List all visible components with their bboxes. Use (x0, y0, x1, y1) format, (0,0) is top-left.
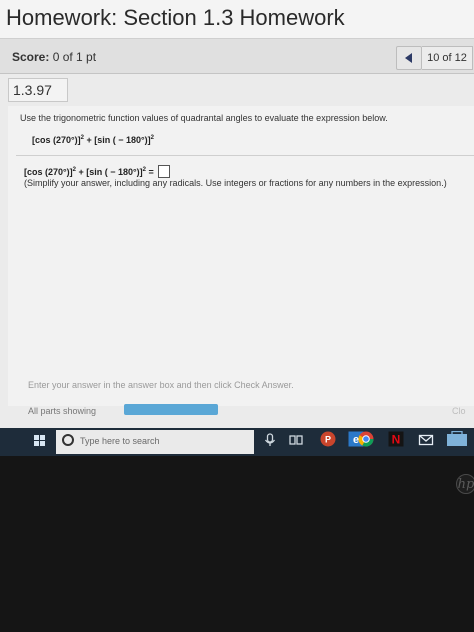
windows-start-icon[interactable] (34, 435, 46, 447)
parts-progress-fill (124, 404, 218, 415)
microphone-icon[interactable] (262, 432, 278, 448)
all-parts-label: All parts showing (28, 406, 97, 416)
task-view-icon[interactable] (288, 432, 304, 448)
powerpoint-icon[interactable]: P (320, 431, 336, 447)
divider (16, 155, 474, 156)
taskbar-search-placeholder: Type here to search (80, 436, 160, 446)
mail-icon[interactable] (418, 432, 434, 448)
win-square (34, 435, 39, 440)
question-instruction: Use the trigonometric function values of… (20, 113, 388, 123)
answer-input-box[interactable] (158, 165, 171, 178)
answer-cos-term: [cos (270°)] (24, 167, 73, 177)
expr-cos-term: [cos (270°)] (32, 135, 81, 145)
simplify-note: (Simplify your answer, including any rad… (24, 178, 447, 188)
score-label: Score: 0 of 1 pt (12, 50, 96, 64)
store-icon[interactable] (446, 431, 468, 447)
parts-progress-bar (124, 404, 218, 415)
question-counter[interactable]: 10 of 12 (422, 46, 473, 70)
chrome-icon[interactable] (358, 431, 374, 447)
answer-equals: = (145, 167, 157, 177)
chevron-left-icon (405, 53, 412, 63)
score-label-text: Score: (12, 50, 50, 64)
expr-plus: + (83, 135, 95, 145)
title-bar: Homework: Section 1.3 Homework (0, 0, 474, 39)
answer-plus: + (75, 167, 87, 177)
answer-line: [cos (270°)]2 + [sin ( − 180°)]2 = (24, 165, 171, 178)
win-square (40, 441, 45, 446)
expr-sin-exponent: 2 (150, 135, 154, 141)
previous-question-button[interactable] (396, 46, 422, 70)
netflix-icon[interactable]: N (388, 431, 404, 447)
enter-answer-hint: Enter your answer in the answer box and … (28, 380, 294, 390)
svg-text:P: P (325, 435, 331, 445)
hp-logo-icon: hp (456, 474, 474, 494)
cortana-circle-icon (62, 434, 74, 446)
clear-all-button[interactable]: Clo (452, 406, 466, 416)
win-square (40, 435, 45, 440)
expr-sin-term: [sin ( − 180°)] (94, 135, 151, 145)
question-expression: [cos (270°)]2 + [sin ( − 180°)]2 (32, 135, 154, 145)
answer-sin-term: [sin ( − 180°)] (86, 167, 143, 177)
svg-text:N: N (392, 433, 401, 447)
win-square (34, 441, 39, 446)
browser-screen: Homework: Section 1.3 Homework Score: 0 … (0, 0, 474, 428)
question-id: 1.3.97 (8, 78, 68, 102)
question-panel (8, 106, 474, 406)
page-title: Homework: Section 1.3 Homework (6, 5, 345, 30)
score-value: 0 of 1 pt (52, 50, 97, 64)
